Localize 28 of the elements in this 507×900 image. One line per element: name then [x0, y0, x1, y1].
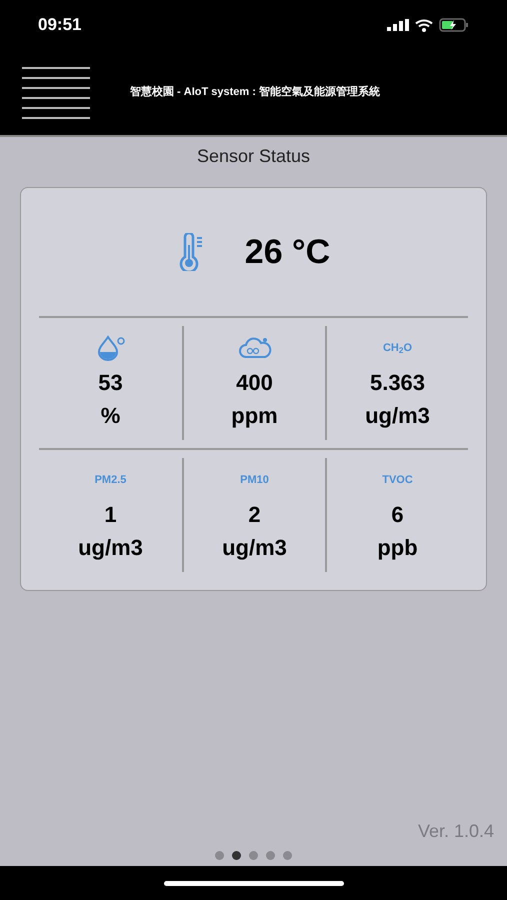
- sensor-value: 400: [236, 369, 273, 397]
- sensor-value: 5.363: [370, 369, 426, 397]
- header-title: 智慧校園 - AIoT system : 智能空氣及能源管理系統: [130, 84, 380, 100]
- sensor-unit: ppb: [377, 534, 418, 562]
- sensor-value: 6: [391, 501, 404, 529]
- sensor-label: CH$_{2}$O: [382, 341, 412, 358]
- sensor-value: 1: [104, 501, 117, 529]
- water-drop-icon: [96, 335, 126, 361]
- wifi-icon: [415, 18, 433, 32]
- status-time: 09:51: [38, 14, 82, 36]
- sensor-value: 2: [248, 501, 261, 529]
- home-indicator[interactable]: [164, 880, 344, 886]
- thermometer-icon: [176, 233, 205, 271]
- page-title: Sensor Status: [196, 145, 310, 168]
- temperature-value: 26 °C: [244, 232, 330, 272]
- sensor-unit: ppm: [231, 402, 278, 430]
- version-text: Ver. 1.0.4: [418, 820, 494, 843]
- battery-icon: [439, 18, 469, 32]
- sensor-unit: ug/m3: [78, 534, 143, 562]
- sensor-unit: %: [100, 402, 120, 430]
- sensor-value: 53: [98, 369, 123, 397]
- sensor-label: PM10: [240, 473, 269, 488]
- cloud-icon: [238, 336, 272, 360]
- sensor-unit: ug/m3: [222, 534, 287, 562]
- sensor-unit: ug/m3: [365, 402, 430, 430]
- sensor-label: PM2.5: [94, 473, 126, 488]
- signal-icon: [387, 19, 409, 31]
- sensor-label: TVOC: [382, 473, 413, 488]
